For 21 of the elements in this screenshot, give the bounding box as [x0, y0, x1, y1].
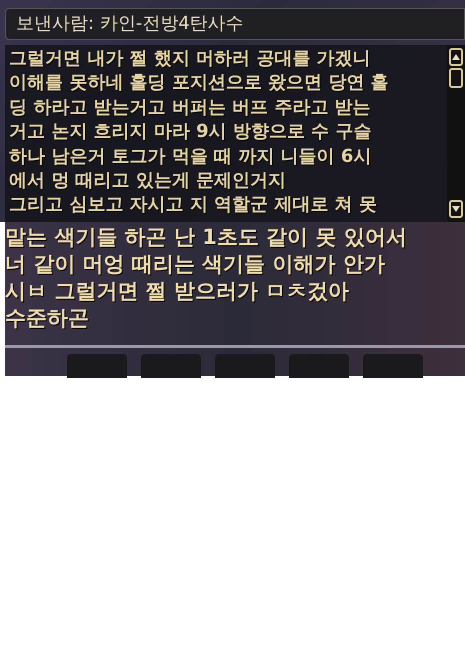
message-line: 에서 멍 때리고 있는게 문제인거지	[9, 169, 288, 194]
scroll-up-icon[interactable]	[449, 48, 463, 66]
message-line: 이해를 못하네 홀딩 포지션으로 왔으면 당연 홀	[9, 71, 390, 96]
message-line: 그리고 심보고 자시고 지 역할군 제대로 쳐 못	[9, 193, 378, 218]
message-line: 그럴거면 내가 쩔 했지 머하러 공대를 가겠니	[9, 47, 372, 71]
sender-label: 보낸사람: 카인-전방4탄사수	[5, 8, 465, 40]
message-line: 시ㅂ 그럴거면 쩔 받으러가 ㅁㅊ겄아	[5, 278, 350, 305]
action-button[interactable]	[289, 354, 349, 378]
message-line: 수준하곤	[5, 305, 90, 332]
message-line: 너 같이 머엉 때리는 색기들 이해가 안가	[5, 251, 386, 278]
message-line: 하나 남은거 토그가 먹을 때 까지 니들이 6시	[9, 144, 372, 169]
message-line: 거고 논지 흐리지 마라 9시 방향으로 수 구슬	[9, 120, 372, 144]
scroll-thumb[interactable]	[449, 68, 463, 88]
action-button[interactable]	[141, 354, 201, 378]
action-button[interactable]	[67, 354, 127, 378]
action-button[interactable]	[215, 354, 275, 378]
scrollbar[interactable]	[447, 45, 465, 222]
message-line: 딩 하라고 받는거고 버퍼는 버프 주라고 받는	[9, 96, 372, 120]
action-button[interactable]	[363, 354, 423, 378]
scroll-down-icon[interactable]	[449, 200, 463, 218]
message-line: 맡는 색기들 하곤 난 1초도 같이 못 있어서	[5, 224, 408, 251]
